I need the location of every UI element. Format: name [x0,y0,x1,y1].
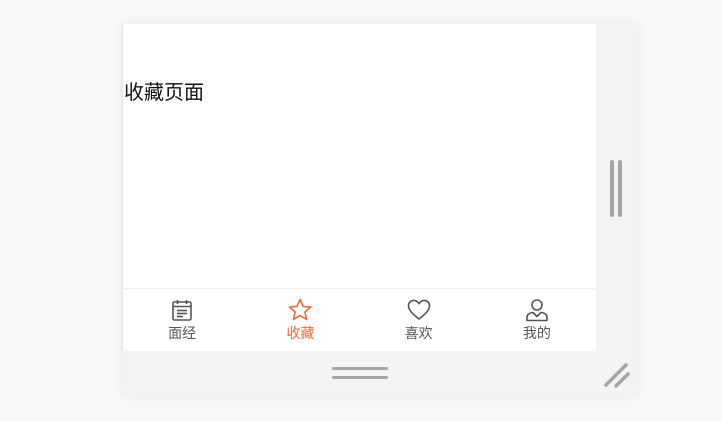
page-title: 收藏页面 [124,80,204,104]
tab-profile[interactable]: 我的 [478,289,596,351]
device-frame: 收藏页面 面经 收藏 喜欢 我的 [122,24,638,395]
tab-label: 我的 [522,326,551,342]
corner-resize-icon[interactable] [602,360,632,390]
tab-likes[interactable]: 喜欢 [360,289,478,351]
app-screen: 收藏页面 面经 收藏 喜欢 我的 [122,24,596,351]
vertical-resize-grip-icon[interactable] [610,160,622,217]
tab-favorites[interactable]: 收藏 [241,289,359,351]
tab-interview-notes[interactable]: 面经 [123,289,241,351]
notepad-icon [169,297,195,323]
heart-icon [406,297,432,323]
tab-label: 收藏 [286,326,315,342]
star-icon [287,297,313,323]
user-icon [524,297,550,323]
horizontal-resize-grip-icon[interactable] [332,367,388,381]
tab-label: 面经 [168,326,197,342]
tab-label: 喜欢 [404,326,433,342]
bottom-tabbar: 面经 收藏 喜欢 我的 [123,288,596,351]
